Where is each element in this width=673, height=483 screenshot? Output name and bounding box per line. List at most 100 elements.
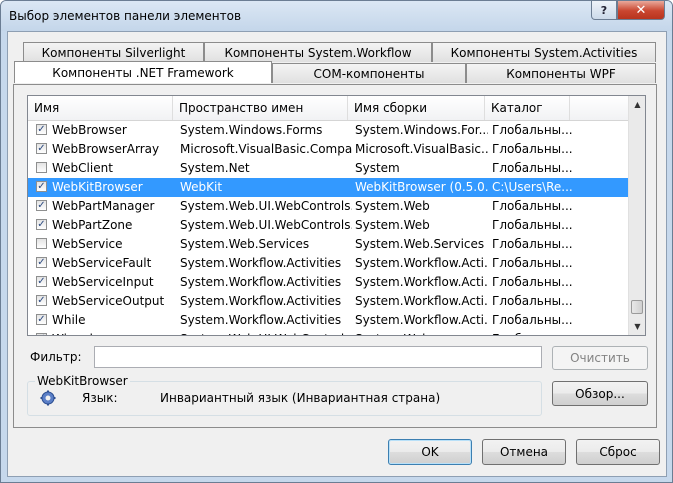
cell-name: WebPartManager xyxy=(52,199,155,213)
scroll-up-icon[interactable]: ▲ xyxy=(629,96,645,113)
tab-silverlight[interactable]: Компоненты Silverlight xyxy=(23,42,204,62)
row-checkbox[interactable] xyxy=(36,162,47,173)
tab-system-workflow[interactable]: Компоненты System.Workflow xyxy=(204,42,432,62)
cell-directory: Глобальны... xyxy=(492,123,573,137)
filter-label: Фильтр: xyxy=(30,350,82,364)
cell-directory: Глобальны... xyxy=(492,313,573,327)
cell-name: WebBrowser xyxy=(52,123,127,137)
vertical-scrollbar[interactable]: ▲ ▼ xyxy=(628,96,645,335)
cell-namespace: System.Web.Services xyxy=(180,237,310,251)
cell-name: Wizard xyxy=(52,330,178,335)
cell-directory: Глобальны... xyxy=(492,330,596,335)
cell-namespace: System.Workflow.Activities xyxy=(180,313,342,327)
table-row[interactable]: WebService System.Web.Services System.Web.… xyxy=(28,235,628,254)
clear-button[interactable]: Очистить xyxy=(552,346,648,370)
cell-namespace: System.Workflow.Activities xyxy=(180,275,342,289)
cell-assembly: System.Workflow.Acti... xyxy=(355,275,488,289)
cell-namespace: System.Workflow.Activities xyxy=(180,294,342,308)
cell-directory: Глобальны... xyxy=(492,142,573,156)
column-header-directory[interactable]: Каталог xyxy=(485,96,570,120)
table-row[interactable]: ✓ WebBrowser System.Windows.Forms System.Wi… xyxy=(28,121,628,140)
table-row[interactable]: WebClient System.Net System Глобальны... xyxy=(28,159,628,178)
cell-assembly: System.Web.Services xyxy=(355,237,485,251)
components-list[interactable]: Имя Пространство имен Имя сборки Каталог… xyxy=(27,95,646,336)
cell-namespace: System.Web.UI.WebControls... xyxy=(180,218,352,232)
cell-namespace: Microsoft.VisualBasic.Compa... xyxy=(180,142,352,156)
cell-directory: Глобальны... xyxy=(492,275,573,289)
scroll-down-icon[interactable]: ▼ xyxy=(629,318,645,335)
row-checkbox[interactable]: ✓ xyxy=(36,200,47,211)
row-checkbox[interactable]: ✓ xyxy=(36,333,47,335)
row-checkbox[interactable]: ✓ xyxy=(36,219,47,230)
cell-name: WebKitBrowser xyxy=(52,180,143,194)
browse-button[interactable]: Обзор... xyxy=(552,381,648,406)
cell-name: WebServiceInput xyxy=(52,275,154,289)
row-checkbox[interactable]: ✓ xyxy=(36,276,47,287)
cell-name: WebBrowserArray xyxy=(52,142,160,156)
row-checkbox[interactable]: ✓ xyxy=(36,143,47,154)
tab-system-activities[interactable]: Компоненты System.Activities xyxy=(432,42,656,62)
cell-directory: Глобальны... xyxy=(492,294,573,308)
row-checkbox[interactable] xyxy=(36,238,47,249)
title-bar[interactable]: Выбор элементов панели элементов ? ✕ xyxy=(1,1,672,31)
cell-namespace: System.Web.UI.WebControls xyxy=(180,330,352,335)
cell-name: WebClient xyxy=(52,161,113,175)
cell-directory: Глобальны... xyxy=(492,161,573,175)
cell-assembly: System.Web xyxy=(355,330,488,335)
row-checkbox[interactable]: ✓ xyxy=(36,295,47,306)
cell-assembly: WebKitBrowser (0.5.0.0) xyxy=(355,180,488,194)
cell-name: WebService xyxy=(52,237,123,251)
cell-name: WebServiceFault xyxy=(52,256,152,270)
cell-namespace: System.Windows.Forms xyxy=(180,123,323,137)
cell-namespace: System.Net xyxy=(180,161,250,175)
table-row[interactable]: ✓ WizardSystem.Web.UI.WebControlsSystem.W… xyxy=(28,330,628,335)
window-title: Выбор элементов панели элементов xyxy=(9,9,242,23)
list-header: Имя Пространство имен Имя сборки Каталог xyxy=(28,96,628,121)
cell-directory: Глобальны... xyxy=(492,218,573,232)
table-row[interactable]: ✓ WebKitBrowser WebKit WebKitBrowser (0.5.0… xyxy=(28,178,628,197)
cell-namespace: System.Web.UI.WebControls... xyxy=(180,199,352,213)
table-row[interactable]: ✓ While System.Workflow.Activities System.W… xyxy=(28,311,628,330)
cell-assembly: System.Workflow.Acti... xyxy=(355,313,488,327)
cell-assembly: System xyxy=(355,161,400,175)
cell-directory: C:\Users\Re... xyxy=(492,180,573,194)
cell-assembly: Microsoft.VisualBasic.... xyxy=(355,142,488,156)
table-row[interactable]: ✓ WebBrowserArray Microsoft.VisualBasic.Co… xyxy=(28,140,628,159)
cell-directory: Глобальны... xyxy=(492,256,573,270)
table-row[interactable]: ✓ WebServiceOutput System.Workflow.Activit… xyxy=(28,292,628,311)
cell-namespace: System.Workflow.Activities xyxy=(180,256,342,270)
table-row[interactable]: ✓ WebServiceFault System.Workflow.Activiti… xyxy=(28,254,628,273)
tab-wpf[interactable]: Компоненты WPF xyxy=(466,63,656,83)
table-row[interactable]: ✓ WebServiceInput System.Workflow.Activiti… xyxy=(28,273,628,292)
cell-directory: Глобальны... xyxy=(492,237,573,251)
row-checkbox[interactable]: ✓ xyxy=(36,181,47,192)
cell-assembly: System.Windows.For... xyxy=(355,123,488,137)
language-label: Язык: xyxy=(82,391,118,405)
row-checkbox[interactable]: ✓ xyxy=(36,124,47,135)
table-row[interactable]: ✓ WebPartZone System.Web.UI.WebControls...… xyxy=(28,216,628,235)
tab-com[interactable]: COM-компоненты xyxy=(272,63,466,83)
cell-namespace: WebKit xyxy=(180,180,223,194)
filter-input[interactable] xyxy=(94,346,542,368)
tab-net-framework[interactable]: Компоненты .NET Framework xyxy=(14,61,272,83)
ok-button[interactable]: OK xyxy=(388,439,472,465)
column-header-assembly[interactable]: Имя сборки xyxy=(348,96,485,120)
row-checkbox[interactable]: ✓ xyxy=(36,314,47,325)
cancel-button[interactable]: Отмена xyxy=(482,439,566,465)
gear-icon xyxy=(40,390,56,406)
cell-directory: Глобальны... xyxy=(492,199,573,213)
column-header-namespace[interactable]: Пространство имен xyxy=(173,96,348,120)
language-value: Инвариантный язык (Инвариантная страна) xyxy=(160,391,441,405)
row-checkbox[interactable]: ✓ xyxy=(36,257,47,268)
reset-button[interactable]: Сброс xyxy=(576,439,660,465)
help-button[interactable]: ? xyxy=(591,1,617,20)
scroll-thumb[interactable] xyxy=(631,300,643,314)
details-title: WebKitBrowser xyxy=(35,374,130,388)
close-button[interactable]: ✕ xyxy=(617,1,665,20)
cell-name: WebPartZone xyxy=(52,218,133,232)
table-row[interactable]: ✓ WebPartManager System.Web.UI.WebControls… xyxy=(28,197,628,216)
cell-assembly: System.Web xyxy=(355,218,430,232)
cell-assembly: System.Workflow.Acti... xyxy=(355,256,488,270)
column-header-name[interactable]: Имя xyxy=(28,96,173,120)
cell-assembly: System.Web xyxy=(355,199,430,213)
